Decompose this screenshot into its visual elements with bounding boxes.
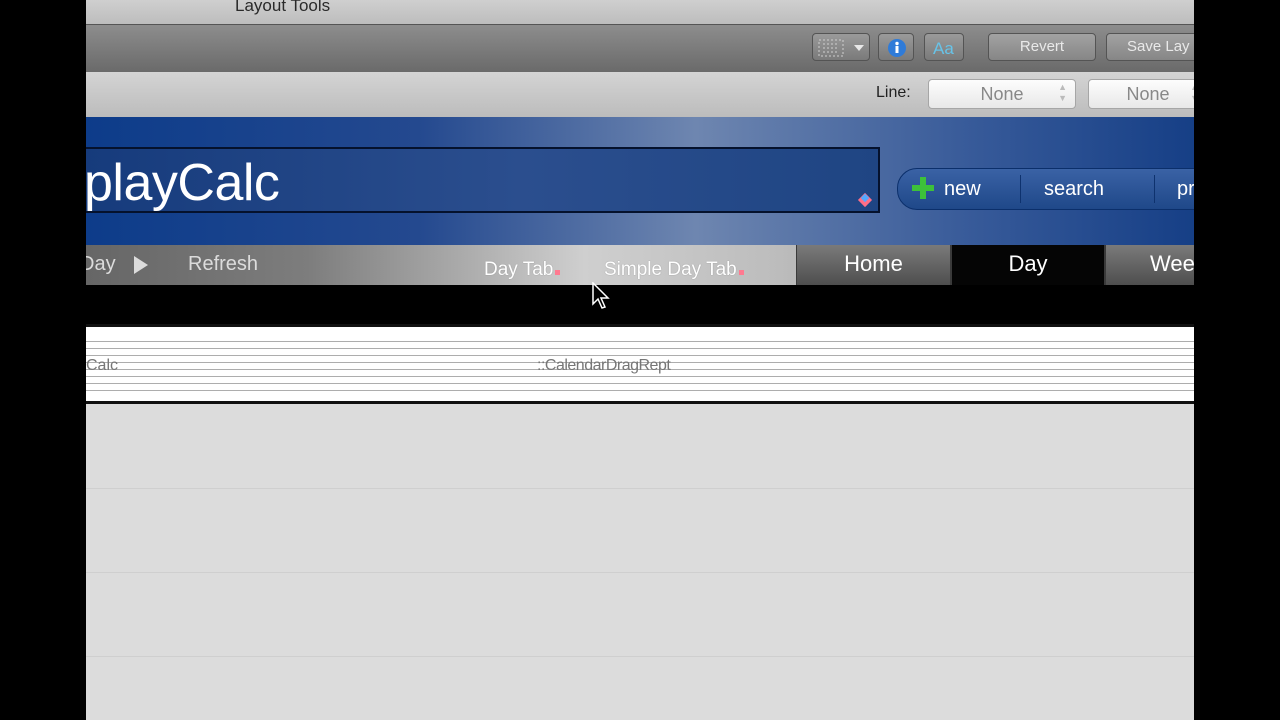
layout-toolbar: Aa Revert Save Lay [86, 24, 1194, 73]
line-color-value: None [980, 84, 1024, 104]
header-band: playCalc new search pr [86, 117, 1194, 245]
tab-week[interactable]: Wee [1105, 245, 1194, 285]
guide-line [86, 656, 1194, 657]
simple-day-tab-text: Simple Day Tab [604, 259, 737, 280]
line-width-popup[interactable]: None ▲▼ [1088, 79, 1194, 109]
day-tab-text: Day Tab [484, 259, 554, 280]
calc-field-label[interactable]: Calc [86, 357, 118, 375]
guide-line [86, 572, 1194, 573]
app-title: playCalc [86, 154, 280, 212]
format-bar-button[interactable]: Aa [924, 33, 964, 61]
new-label: new [944, 178, 981, 200]
refresh-button[interactable]: Refresh [188, 253, 258, 276]
app-window: Layout Tools Aa Revert Save Lay Line: No… [86, 0, 1194, 720]
search-button[interactable]: search [1044, 169, 1104, 209]
save-layout-button[interactable]: Save Lay [1106, 33, 1194, 61]
grid-select-icon [818, 39, 864, 57]
simple-day-tab-label[interactable]: Simple Day Tab [604, 259, 744, 281]
calendar-drag-field[interactable]: ::CalendarDragRept [537, 357, 671, 375]
stepper-arrows-icon: ▲▼ [1190, 82, 1194, 104]
text-format-icon: Aa [933, 39, 954, 58]
play-icon[interactable] [134, 256, 148, 274]
header-separator-bar [86, 285, 1194, 324]
day-tab-label[interactable]: Day Tab [484, 259, 561, 281]
line-width-value: None [1126, 84, 1170, 104]
button-divider [1154, 175, 1155, 203]
stepper-arrows-icon: ▲▼ [1058, 82, 1067, 103]
button-divider [1020, 175, 1021, 203]
action-button-group: new search pr [897, 168, 1194, 210]
line-color-popup[interactable]: None ▲ ▼ [928, 79, 1076, 109]
object-marker-icon [555, 270, 561, 275]
new-button[interactable]: new [912, 169, 981, 209]
object-marker-icon [738, 270, 744, 275]
revert-button[interactable]: Revert [988, 33, 1096, 61]
window-title-bar: Layout Tools [86, 0, 1194, 24]
info-icon [888, 39, 906, 57]
print-button[interactable]: pr [1177, 169, 1194, 209]
svg-text:Aa: Aa [933, 39, 954, 58]
tab-home[interactable]: Home [796, 245, 951, 285]
plus-icon [912, 177, 934, 199]
object-grids-button[interactable] [812, 33, 870, 61]
line-label: Line: [876, 84, 911, 101]
title-field[interactable]: playCalc [86, 147, 880, 213]
window-title: Layout Tools [235, 0, 331, 15]
layout-canvas[interactable] [86, 404, 1194, 720]
layout-body-part[interactable]: Calc ::CalendarDragRept [86, 324, 1194, 404]
navigation-row: Day Refresh Day Tab Simple Day Tab Home … [86, 245, 1194, 285]
inspector-button[interactable] [878, 33, 914, 61]
prev-day-label[interactable]: Day [86, 253, 116, 276]
mouse-cursor-icon [592, 282, 610, 309]
guide-line [86, 488, 1194, 489]
tab-day[interactable]: Day [951, 245, 1105, 285]
format-bar: Line: None ▲▼ None ▲▼ [86, 72, 1194, 118]
